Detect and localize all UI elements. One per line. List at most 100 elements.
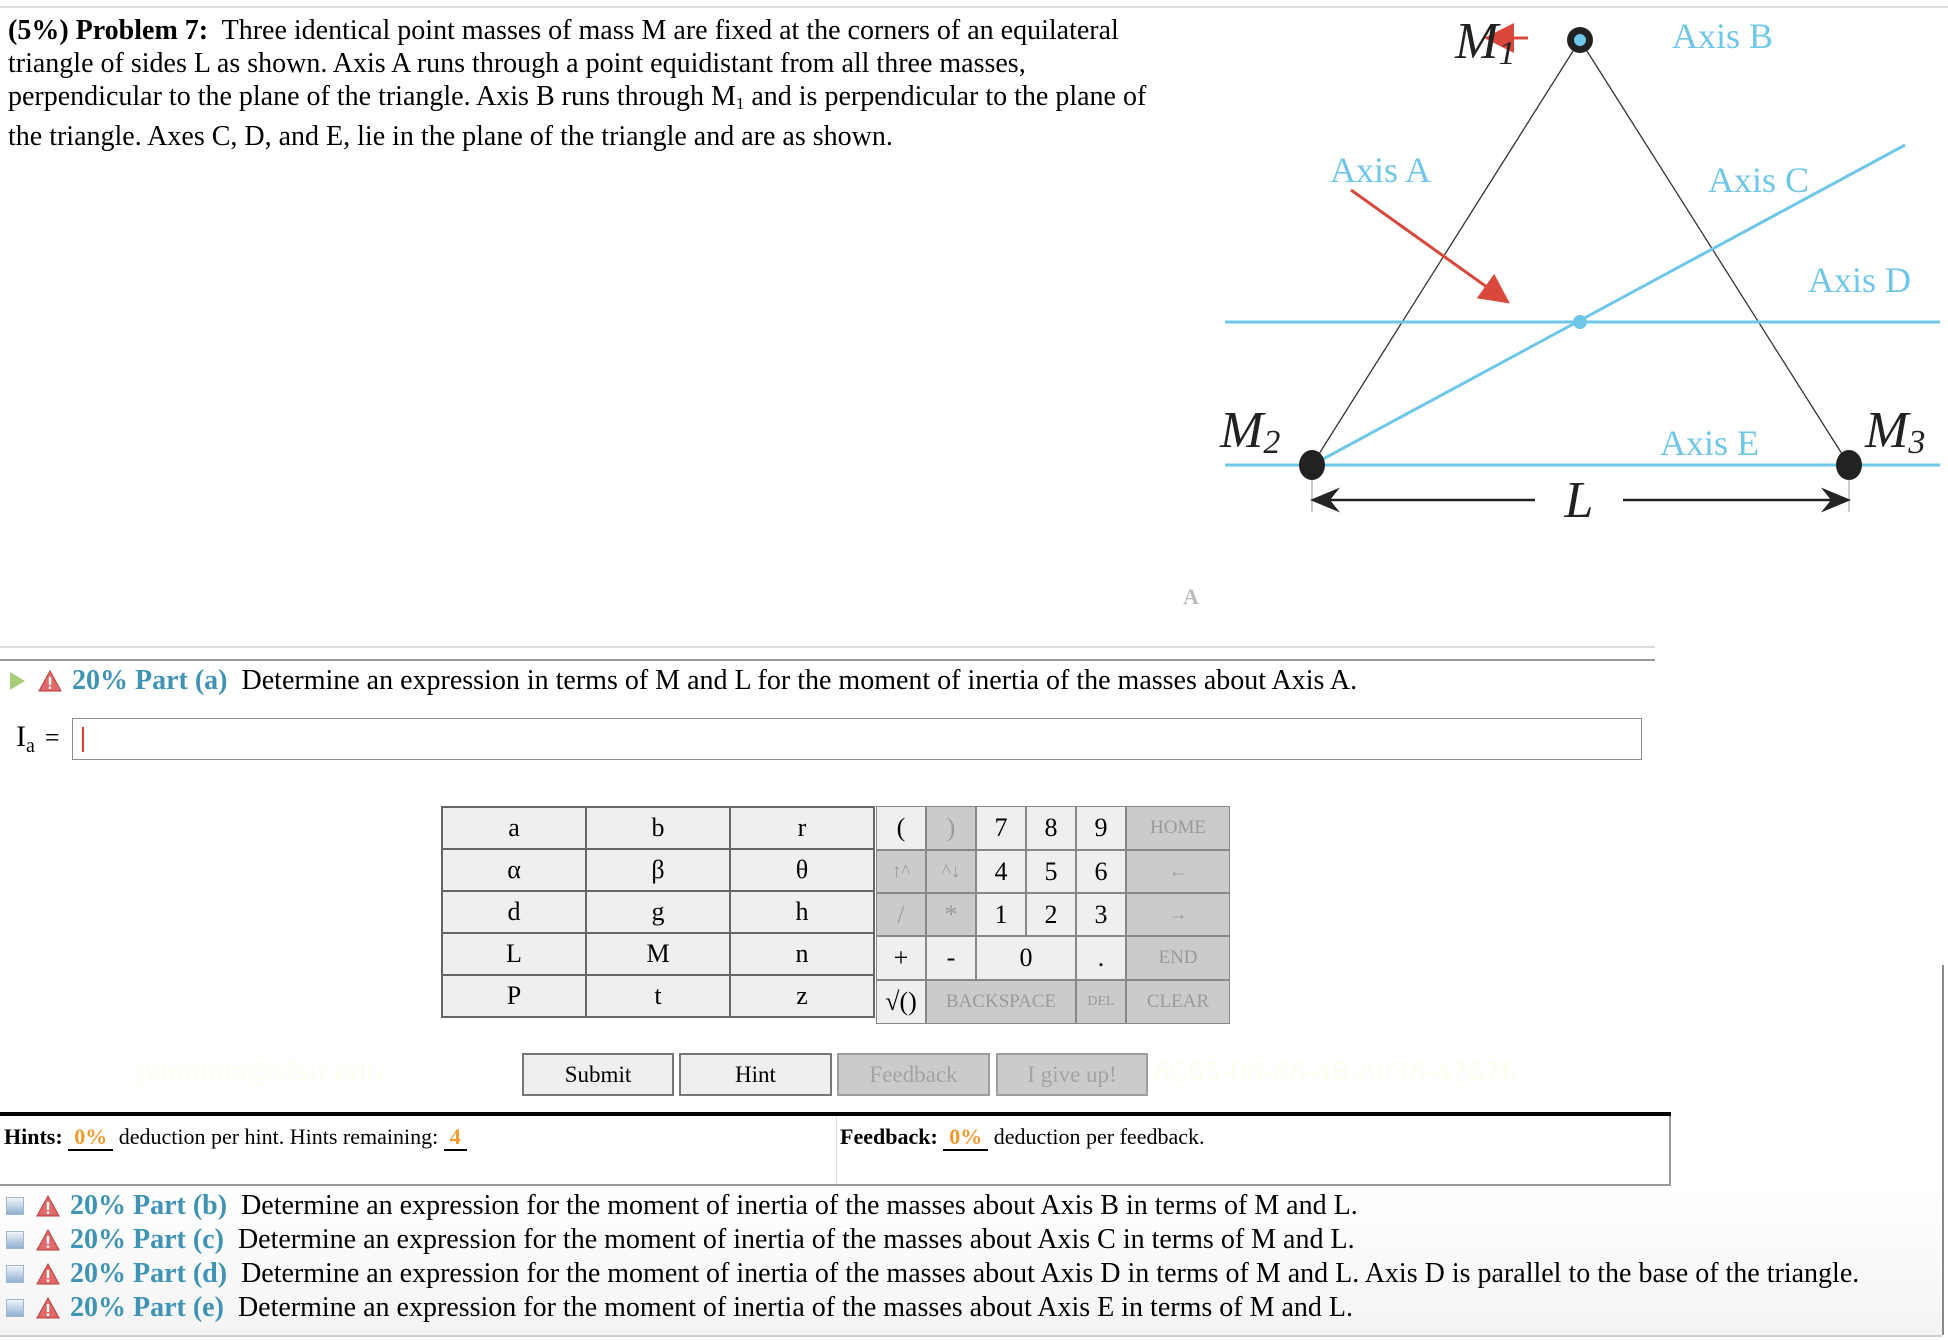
axis-c-label: Axis C: [1708, 160, 1809, 200]
collapsed-icon: [6, 1197, 24, 1215]
key-a[interactable]: a: [441, 806, 587, 850]
key-L[interactable]: L: [441, 932, 587, 976]
problem-weight: (5%): [8, 15, 69, 46]
problem-text-line-3b: and is perpendicular to the plane of: [744, 81, 1147, 112]
divider-light: [0, 646, 1655, 648]
axis-b-label: Axis B: [1672, 16, 1773, 56]
problem-text-line-1: Three identical point masses of mass M a…: [221, 15, 1119, 46]
key-t[interactable]: t: [585, 974, 731, 1018]
axis-a-point: [1573, 315, 1587, 329]
key-7[interactable]: 7: [976, 806, 1026, 850]
key-2[interactable]: 2: [1026, 893, 1076, 936]
key-alpha[interactable]: α: [441, 848, 587, 892]
key-superscript-up[interactable]: ↑^: [876, 850, 926, 893]
watermark-email: jvindiola@sfsu.edu: [138, 1058, 384, 1088]
key-open-paren[interactable]: (: [876, 806, 926, 850]
key-sqrt[interactable]: √(): [876, 980, 926, 1024]
axis-d-label: Axis D: [1808, 260, 1911, 300]
key-1[interactable]: 1: [976, 893, 1026, 936]
part-e-header[interactable]: 20% Part (e) Determine an expression for…: [0, 1291, 1942, 1325]
collapsed-icon: [6, 1231, 24, 1249]
key-0[interactable]: 0: [976, 936, 1076, 980]
part-d-prompt: Determine an expression for the moment o…: [241, 1258, 1860, 1289]
key-beta[interactable]: β: [585, 848, 731, 892]
part-e-prompt: Determine an expression for the moment o…: [237, 1292, 1354, 1323]
key-backspace[interactable]: BACKSPACE: [926, 980, 1076, 1024]
mass-m3: [1836, 450, 1862, 480]
axis-e-label: Axis E: [1660, 423, 1759, 463]
key-r[interactable]: r: [729, 806, 875, 850]
key-5[interactable]: 5: [1026, 850, 1076, 893]
key-g[interactable]: g: [585, 890, 731, 934]
key-6[interactable]: 6: [1076, 850, 1126, 893]
key-9[interactable]: 9: [1076, 806, 1126, 850]
part-b-label: 20% Part (b): [70, 1190, 228, 1221]
warning-icon: [36, 1297, 60, 1319]
key-n[interactable]: n: [729, 932, 875, 976]
triangle-edge-left: [1311, 39, 1581, 466]
key-end[interactable]: END: [1126, 936, 1230, 980]
hint-deduction: 0%: [68, 1125, 114, 1151]
key-plus[interactable]: +: [876, 936, 926, 980]
part-c-header[interactable]: 20% Part (c) Determine an expression for…: [0, 1223, 1942, 1257]
key-d[interactable]: d: [441, 890, 587, 934]
warning-icon: [36, 1263, 60, 1285]
key-close-paren[interactable]: ): [926, 806, 976, 850]
problem-statement: (5%) Problem 7: Three identical point ma…: [8, 14, 1208, 153]
key-superscript-down[interactable]: ^↓: [926, 850, 976, 893]
hint-button[interactable]: Hint: [679, 1053, 832, 1096]
submit-button[interactable]: Submit: [522, 1053, 674, 1096]
problem-title: Problem 7:: [75, 15, 209, 46]
key-theta[interactable]: θ: [729, 848, 875, 892]
part-b-prompt: Determine an expression for the moment o…: [241, 1190, 1358, 1221]
axis-b-point: [1574, 34, 1586, 46]
answer-input[interactable]: [72, 718, 1642, 760]
feedback-deduction: 0%: [943, 1125, 989, 1151]
feedback-button[interactable]: Feedback: [837, 1053, 990, 1096]
key-cursor-right[interactable]: →: [1126, 893, 1230, 936]
key-3[interactable]: 3: [1076, 893, 1126, 936]
part-a-header[interactable]: 20% Part (a) Determine an expression in …: [0, 664, 1357, 698]
text-caret: [82, 727, 84, 752]
mass-m1-label: M1: [1454, 13, 1515, 72]
hints-remaining: 4: [443, 1125, 467, 1151]
feedback-info: Feedback: 0% deduction per feedback.: [840, 1124, 1205, 1151]
triangle-diagram: L M1 M2 M3 Axis A Axis B Axis C Axis D A…: [1219, 13, 1940, 529]
watermark-code: 6C65-06-88-4B-A038-42676: [1153, 1058, 1518, 1088]
mass-m2: [1299, 450, 1325, 480]
divider: [0, 659, 1655, 661]
part-c-label: 20% Part (c): [70, 1224, 224, 1255]
stray-mark: A: [1183, 584, 1199, 609]
collapsed-icon: [6, 1299, 24, 1317]
key-z[interactable]: z: [729, 974, 875, 1018]
axis-a-label: Axis A: [1330, 150, 1431, 190]
key-divide[interactable]: /: [876, 893, 926, 936]
key-h[interactable]: h: [729, 890, 875, 934]
triangle-edge-right: [1579, 39, 1850, 466]
key-del[interactable]: DEL: [1076, 980, 1126, 1024]
key-b[interactable]: b: [585, 806, 731, 850]
key-home[interactable]: HOME: [1126, 806, 1230, 850]
part-d-header[interactable]: 20% Part (d) Determine an expression for…: [0, 1257, 1942, 1291]
key-clear[interactable]: CLEAR: [1126, 980, 1230, 1024]
panel-divider: [836, 1116, 837, 1184]
answer-label: Ia =: [16, 720, 60, 757]
key-cursor-left[interactable]: ←: [1126, 850, 1230, 893]
part-d-label: 20% Part (d): [70, 1258, 228, 1289]
key-multiply[interactable]: *: [926, 893, 976, 936]
key-4[interactable]: 4: [976, 850, 1026, 893]
problem-text-line-4: the triangle. Axes C, D, and E, lie in t…: [8, 121, 893, 152]
variable-keypad: a b r α β θ d g h L M n P t z: [441, 806, 875, 1018]
part-a-label: 20% Part (a): [72, 665, 228, 696]
part-b-header[interactable]: 20% Part (b) Determine an expression for…: [0, 1189, 1942, 1223]
give-up-button[interactable]: I give up!: [996, 1053, 1148, 1096]
key-P[interactable]: P: [441, 974, 587, 1018]
key-M[interactable]: M: [585, 932, 731, 976]
problem-text-line-2: triangle of sides L as shown. Axis A run…: [8, 48, 1026, 79]
play-icon: [10, 672, 25, 690]
key-8[interactable]: 8: [1026, 806, 1076, 850]
problem-text-line-3a: perpendicular to the plane of the triang…: [8, 81, 736, 112]
key-minus[interactable]: -: [926, 936, 976, 980]
warning-icon: [36, 1229, 60, 1251]
key-dot[interactable]: .: [1076, 936, 1126, 980]
